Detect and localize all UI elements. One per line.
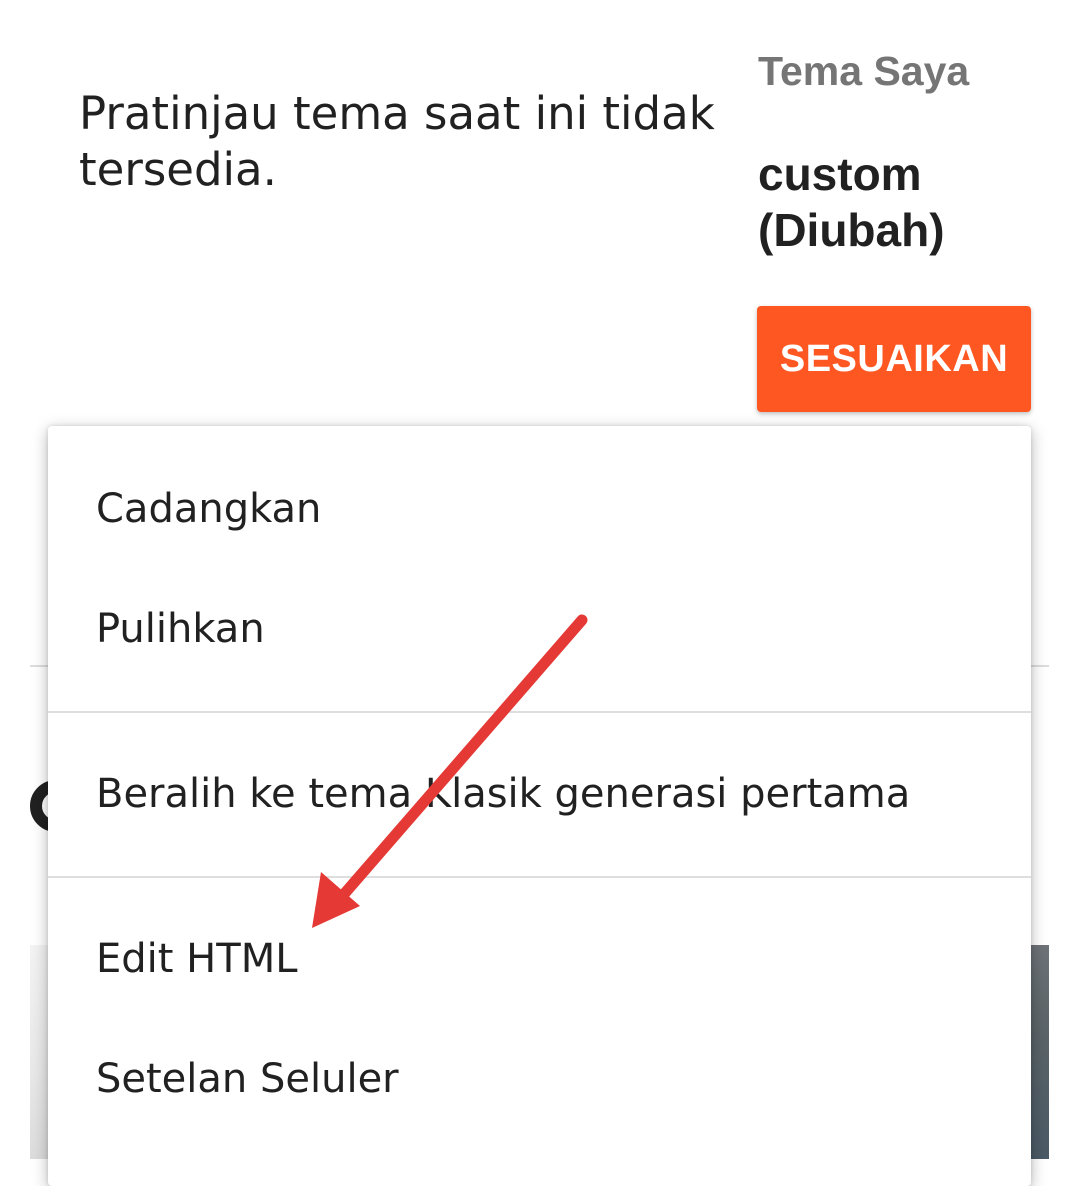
menu-item-backup[interactable]: Cadangkan xyxy=(48,449,1031,569)
theme-gallery-card[interactable] xyxy=(1030,945,1049,1159)
menu-divider xyxy=(48,876,1031,878)
my-theme-label: Tema Saya xyxy=(758,48,970,94)
menu-item-restore[interactable]: Pulihkan xyxy=(48,569,1031,689)
current-theme-name: custom (Diubah) xyxy=(758,148,945,256)
customize-button[interactable]: SESUAIKAN xyxy=(757,306,1031,412)
theme-preview-unavailable-message: Pratinjau tema saat ini tidak tersedia. xyxy=(79,87,715,196)
menu-item-edit-html[interactable]: Edit HTML xyxy=(48,899,1031,1019)
menu-item-mobile-settings[interactable]: Setelan Seluler xyxy=(48,1019,1031,1139)
menu-divider xyxy=(48,711,1031,713)
theme-options-menu: Cadangkan Pulihkan Beralih ke tema Klasi… xyxy=(48,426,1031,1186)
menu-item-switch-classic-theme[interactable]: Beralih ke tema Klasik generasi pertama xyxy=(48,734,1031,854)
